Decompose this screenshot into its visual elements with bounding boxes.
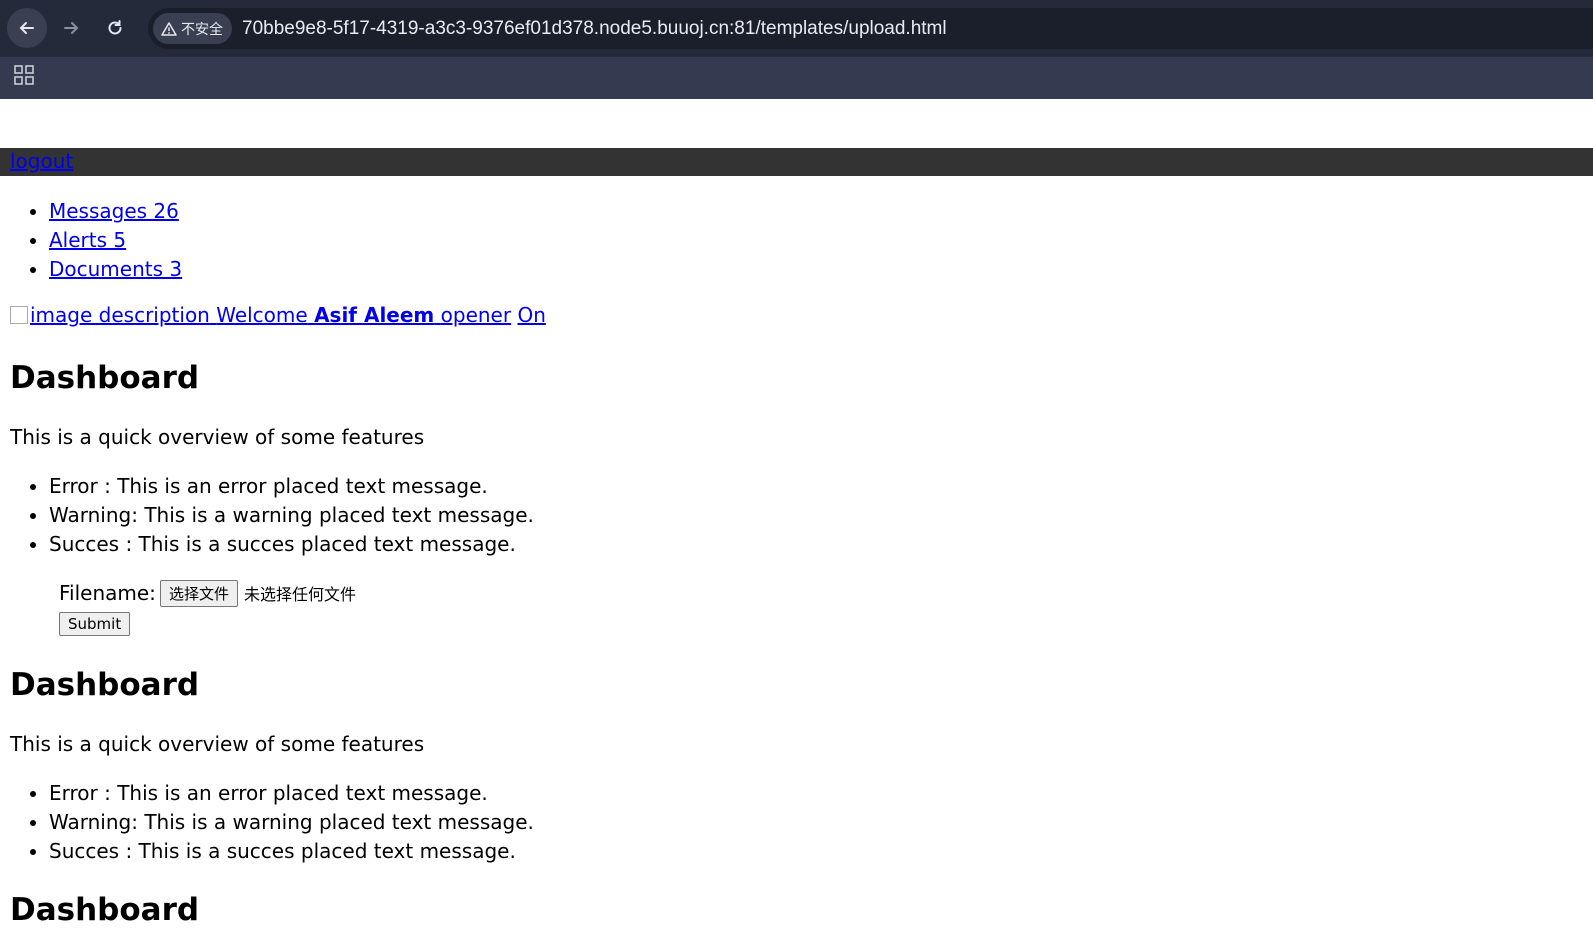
list-item: Warning: This is a warning placed text m…	[49, 808, 534, 837]
profile-link[interactable]: image description Welcome Asif Aleem ope…	[10, 303, 511, 327]
list-item: Warning: This is a warning placed text m…	[49, 501, 534, 530]
feature-list: Error : This is an error placed text mes…	[10, 472, 534, 559]
forward-button[interactable]	[51, 8, 91, 48]
list-item: Error : This is an error placed text mes…	[49, 779, 534, 808]
nav-item: Alerts 5	[49, 226, 182, 255]
url-text[interactable]: 70bbe9e8-5f17-4319-a3c3-9376ef01d378.nod…	[242, 18, 947, 40]
nav-item: Documents 3	[49, 255, 182, 284]
warning-icon	[161, 21, 177, 36]
welcome-line: image description Welcome Asif Aleem ope…	[10, 303, 546, 327]
logout-link[interactable]: logout	[10, 149, 73, 173]
browser-chrome: 不安全 70bbe9e8-5f17-4319-a3c3-9376ef01d378…	[0, 0, 1593, 99]
apps-button[interactable]	[13, 64, 35, 86]
dashboard-heading: Dashboard	[10, 667, 200, 703]
opener-text: opener	[440, 303, 512, 327]
nav-list: Messages 26 Alerts 5 Documents 3	[10, 197, 182, 284]
reload-button[interactable]	[95, 8, 135, 48]
welcome-prefix: Welcome	[216, 303, 308, 327]
dashboard-heading: Dashboard	[10, 360, 200, 396]
apps-grid-icon	[14, 65, 34, 85]
arrow-right-icon	[64, 22, 79, 34]
security-label: 不安全	[181, 21, 223, 38]
list-item: Succes : This is a succes placed text me…	[49, 837, 534, 866]
messages-link[interactable]: Messages 26	[49, 199, 179, 223]
top-bar: logout	[0, 148, 1593, 176]
list-item: Error : This is an error placed text mes…	[49, 472, 534, 501]
address-bar[interactable]: 不安全 70bbe9e8-5f17-4319-a3c3-9376ef01d378…	[148, 8, 1593, 49]
back-button[interactable]	[7, 8, 47, 48]
submit-button[interactable]: Submit	[59, 612, 131, 636]
overview-text: This is a quick overview of some feature…	[10, 425, 425, 449]
choose-file-button[interactable]: 选择文件	[159, 579, 238, 607]
upload-form: Filename: 选择文件 未选择任何文件 Submit	[59, 578, 356, 636]
arrow-left-icon	[19, 22, 34, 34]
nav-item: Messages 26	[49, 197, 182, 226]
reload-icon	[108, 20, 122, 35]
documents-link[interactable]: Documents 3	[49, 257, 182, 281]
overview-text: This is a quick overview of some feature…	[10, 732, 425, 756]
list-item: Succes : This is a succes placed text me…	[49, 530, 534, 559]
broken-image-icon	[10, 306, 28, 324]
on-link[interactable]: On	[517, 303, 545, 327]
browser-toolbar: 不安全 70bbe9e8-5f17-4319-a3c3-9376ef01d378…	[0, 0, 1593, 57]
alerts-link[interactable]: Alerts 5	[49, 228, 126, 252]
avatar-alt-text: image description	[30, 303, 210, 327]
file-status-text: 未选择任何文件	[243, 585, 356, 604]
security-indicator[interactable]: 不安全	[153, 13, 232, 44]
filename-label: Filename:	[59, 581, 156, 605]
feature-list: Error : This is an error placed text mes…	[10, 779, 534, 866]
page-content: logout Messages 26 Alerts 5 Documents 3 …	[0, 99, 1593, 938]
user-name: Asif Aleem	[314, 303, 435, 327]
dashboard-heading: Dashboard	[10, 892, 200, 928]
